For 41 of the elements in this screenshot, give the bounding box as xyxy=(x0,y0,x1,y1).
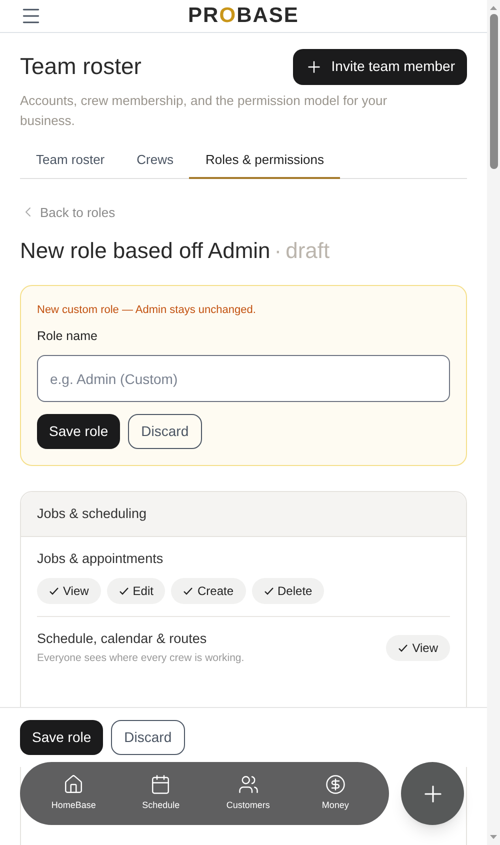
scrollbar[interactable] xyxy=(487,0,500,845)
check-icon xyxy=(398,642,408,652)
tab[interactable]: Team roster xyxy=(20,142,121,178)
people-icon xyxy=(238,774,259,796)
save-role-button[interactable]: Save role xyxy=(37,414,120,450)
permission-chip[interactable]: View xyxy=(386,634,450,660)
invite-button[interactable]: Invite team member xyxy=(293,48,467,84)
nav-item[interactable]: HomeBase xyxy=(38,774,109,813)
save-role-button[interactable]: Save role xyxy=(20,720,104,755)
check-icon xyxy=(264,586,274,596)
permission-name: Schedule, calendar & routes xyxy=(37,630,208,648)
permission-name: Jobs & appointments xyxy=(37,550,164,568)
check-icon xyxy=(49,586,59,596)
nav-item[interactable]: Money xyxy=(300,774,370,813)
permission-chip[interactable]: Create xyxy=(171,578,246,604)
separator-dot: · xyxy=(274,237,282,265)
nav-item[interactable]: Customers xyxy=(213,774,284,813)
field-label: Role name xyxy=(37,328,98,344)
check-icon xyxy=(183,586,194,596)
scrollbar-thumb[interactable] xyxy=(490,14,498,169)
calendar-icon xyxy=(150,774,172,796)
section-title: Jobs & scheduling xyxy=(37,505,147,524)
draft-status: draft xyxy=(286,237,330,265)
logo[interactable]: PROBASE xyxy=(188,0,299,32)
role-name-field[interactable]: e.g. Admin (Custom) xyxy=(37,355,450,402)
permission-chip[interactable]: Delete xyxy=(252,578,324,604)
permission-chip[interactable]: View xyxy=(37,578,101,604)
role-title: New role based off Admin xyxy=(20,237,270,265)
tab[interactable]: Roles & permissions xyxy=(189,142,340,178)
home-icon xyxy=(63,774,84,796)
discard-button[interactable]: Discard xyxy=(128,414,202,450)
discard-button[interactable]: Discard xyxy=(111,720,185,755)
page-subtitle: Accounts, crew membership, and the permission model for your business. xyxy=(20,92,388,130)
permission-description: Everyone sees where every crew is working. xyxy=(37,650,244,666)
nav-item[interactable]: Schedule xyxy=(126,774,196,813)
dollar-icon xyxy=(324,774,346,796)
page-title: Team roster xyxy=(20,52,142,82)
check-icon xyxy=(118,586,129,596)
tab[interactable]: Crews xyxy=(120,142,190,178)
permission-chip[interactable]: Edit xyxy=(106,578,166,604)
notice-message: New custom role — Admin stays unchanged. xyxy=(37,303,257,318)
